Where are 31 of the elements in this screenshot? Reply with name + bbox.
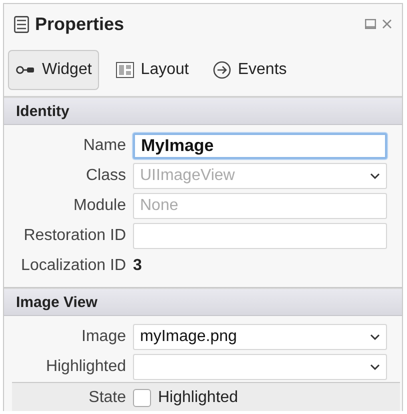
tab[interactable]: Events [206, 50, 294, 90]
checkbox-label[interactable]: Highlighted [158, 389, 238, 407]
text-field[interactable] [133, 223, 387, 249]
field-label: State [88, 389, 126, 407]
field-label: Class [84, 167, 126, 185]
tab[interactable]: Layout [108, 50, 196, 90]
chevron-down-icon [370, 364, 380, 370]
chevron-down-icon [370, 334, 380, 340]
section-header: Identity [4, 97, 402, 125]
maximize-icon[interactable] [365, 19, 376, 29]
section-header: Image View [4, 288, 402, 316]
arrow-circle-icon [212, 61, 231, 79]
field-label: Image [80, 328, 126, 346]
tab[interactable]: Widget [8, 50, 99, 90]
field-label: Name [82, 137, 126, 155]
text-field[interactable]: MyImage [133, 133, 387, 159]
panel-title: Properties [35, 14, 126, 34]
chevron-down-icon [370, 173, 380, 179]
text-field[interactable]: None [133, 193, 387, 219]
layout-icon [116, 62, 134, 78]
field-label: Localization ID [20, 257, 126, 275]
dropdown[interactable] [133, 354, 387, 380]
connector-icon [15, 65, 35, 75]
field-label: Highlighted [44, 358, 126, 376]
checkbox[interactable] [133, 389, 151, 407]
field-value: 3 [133, 257, 142, 275]
field-label: Module [72, 197, 126, 215]
list-icon [14, 16, 29, 32]
dropdown[interactable]: myImage.png [133, 324, 387, 350]
close-icon[interactable] [382, 19, 392, 29]
field-label: Restoration ID [22, 227, 126, 245]
